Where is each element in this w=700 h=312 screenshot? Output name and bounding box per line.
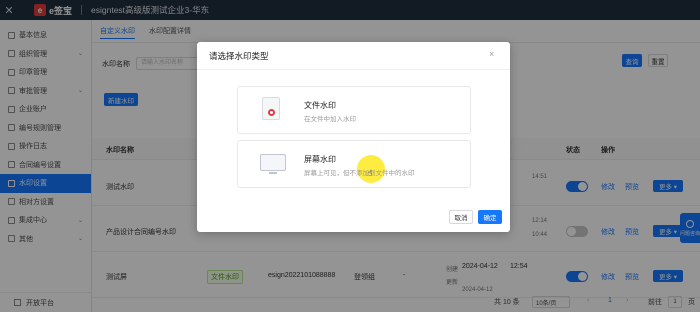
option-name: 屏幕水印 [304,155,336,164]
hand-cursor-icon: ☝ [367,168,373,178]
option-desc: 屏幕上可见，但不添加到文件中的水印 [304,170,415,177]
option-name: 文件水印 [304,101,336,110]
watermark-type-dialog: 请选择水印类型 × 文件水印 在文件中加入水印 屏幕水印 屏幕上可见，但不添加到… [197,42,510,232]
file-watermark-icon [262,97,280,120]
cancel-button[interactable]: 取消 [449,210,473,224]
dialog-title: 请选择水印类型 [209,51,269,61]
monitor-icon [260,154,286,174]
confirm-button[interactable]: 确定 [478,210,502,224]
option-file-watermark[interactable]: 文件水印 在文件中加入水印 [237,86,471,134]
close-icon[interactable]: × [489,49,494,59]
divider [197,69,510,70]
option-screen-watermark[interactable]: 屏幕水印 屏幕上可见，但不添加到文件中的水印 ☝ [237,140,471,188]
option-desc: 在文件中加入水印 [304,116,356,123]
